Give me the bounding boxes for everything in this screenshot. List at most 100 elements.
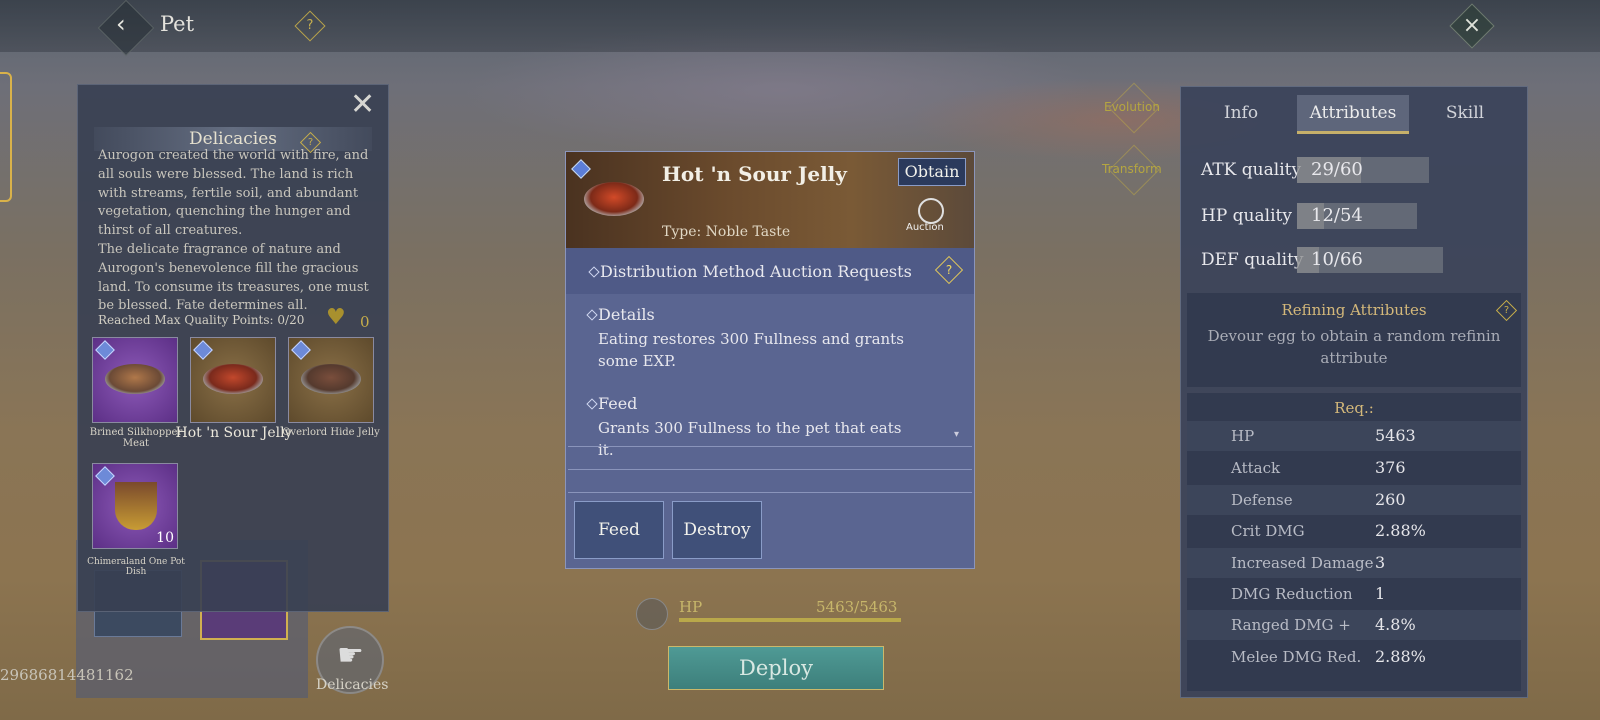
tab-attributes[interactable]: Attributes [1297, 95, 1409, 134]
hp-bar-fill [679, 618, 901, 622]
auction-icon[interactable] [918, 198, 944, 224]
requirement-value: 5463 [1375, 426, 1416, 445]
divider [568, 469, 972, 470]
hp-bar [679, 618, 901, 622]
item-name: Overlord Hide Jelly [282, 427, 380, 438]
bullet-icon [586, 398, 598, 410]
bullet-icon [588, 266, 600, 278]
question-icon: ? [1503, 305, 1510, 316]
item-name: Chimeraland One Pot Dish [87, 557, 185, 577]
details-body: Eating restores 300 Fullness and grants … [598, 330, 904, 370]
delicacies-panel: ✕ Delicacies ? Aurogon created the world… [77, 84, 389, 612]
divider [568, 492, 972, 493]
divider [568, 446, 972, 447]
heart-count: 0 [360, 313, 370, 331]
delicacies-tab-label: Delicacies [316, 677, 389, 693]
refining-description: Devour egg to obtain a random refinin at… [1207, 327, 1501, 367]
requirement-row: DMG Reduction 1 [1187, 579, 1521, 609]
obtain-button[interactable]: Obtain [898, 158, 966, 186]
transform-label: Transform [1102, 162, 1162, 176]
rarity-gem-icon [571, 159, 591, 179]
help-button[interactable]: ? [934, 255, 964, 285]
rarity-gem-icon [193, 340, 213, 360]
tab-info[interactable]: Info [1185, 95, 1297, 131]
delicacies-title: Delicacies [189, 129, 277, 149]
quality-value: 10/66 [1311, 249, 1363, 270]
delicacies-description: Aurogon created the world with fire, and… [98, 147, 376, 316]
rarity-gem-icon [95, 466, 115, 486]
requirement-name: Increased Damage [1231, 554, 1374, 572]
back-arrow-icon[interactable]: ‹ [116, 10, 126, 38]
requirements-title: Req.: [1334, 399, 1374, 417]
left-edge-tab[interactable] [0, 72, 12, 202]
hp-value: 5463/5463 [816, 598, 898, 616]
requirements-box: Req.: HP 5463 Attack 376 Defense 260 Crit D… [1187, 393, 1521, 691]
quality-value: 29/60 [1311, 159, 1363, 180]
bullet-icon [586, 309, 598, 321]
requirement-row: Ranged DMG + 4.8% [1187, 610, 1521, 640]
requirement-value: 2.88% [1375, 521, 1426, 540]
requirement-row: Crit DMG 2.88% [1187, 516, 1521, 546]
scroll-down-icon[interactable]: ▾ [954, 429, 959, 440]
requirement-name: Melee DMG Red. [1231, 648, 1362, 666]
distribution-value: Auction Requests [770, 262, 912, 281]
requirement-row: Attack 376 [1187, 453, 1521, 483]
close-icon[interactable]: ✕ [350, 87, 375, 122]
description-paragraph: Aurogon created the world with fire, and… [98, 148, 369, 239]
details-title: Details [598, 305, 655, 324]
item-name: Hot 'n Sour Jelly [175, 425, 293, 441]
requirement-value: 260 [1375, 490, 1406, 509]
item-type: Type: Noble Taste [662, 224, 791, 240]
heart-icon: ♥ [326, 305, 346, 330]
requirement-value: 2.88% [1375, 647, 1426, 666]
requirement-name: Attack [1231, 459, 1281, 477]
item-slot-overlord-hide-jelly[interactable] [288, 337, 374, 423]
tab-skill[interactable]: Skill [1409, 95, 1521, 131]
feed-button[interactable]: Feed [574, 501, 664, 559]
hp-label: HP [679, 598, 703, 616]
auction-label[interactable]: Auction [906, 222, 944, 233]
requirement-value: 376 [1375, 458, 1406, 477]
attributes-panel: Info Attributes Skill ATK quality 29/60 … [1180, 86, 1528, 698]
dish-icon [105, 364, 165, 394]
requirement-row: Defense 260 [1187, 485, 1521, 515]
feed-title: Feed [598, 394, 638, 413]
destroy-button[interactable]: Destroy [672, 501, 762, 559]
top-bar [0, 0, 1600, 52]
quality-label: HP quality [1201, 206, 1292, 226]
item-name: Brined Silkhopper Meat [89, 427, 183, 449]
rarity-gem-icon [291, 340, 311, 360]
requirement-row: HP 5463 [1187, 421, 1521, 451]
feed-body: Grants 300 Fullness to the pet that eats… [598, 419, 902, 459]
question-icon: ? [945, 263, 953, 277]
requirement-name: Defense [1231, 491, 1293, 509]
requirement-name: HP [1231, 427, 1255, 445]
close-icon: × [1462, 13, 1482, 38]
item-slot-hot-n-sour-jelly[interactable] [190, 337, 276, 423]
requirement-value: 4.8% [1375, 615, 1416, 634]
item-count: 10 [156, 530, 174, 546]
question-icon: ? [306, 18, 314, 33]
item-detail-popup: Hot 'n Sour Jelly Obtain Auction Type: N… [565, 151, 975, 569]
quality-label: DEF quality [1201, 250, 1304, 270]
requirement-value: 3 [1375, 553, 1386, 572]
dish-icon [203, 364, 263, 394]
item-slot-brined-silkhopper-meat[interactable] [92, 337, 178, 423]
distribution-label: Distribution Method [600, 262, 765, 281]
pot-icon [115, 482, 157, 530]
item-slot-chimeraland-one-pot-dish[interactable]: 10 [92, 463, 178, 549]
requirement-row: Increased Damage 3 [1187, 548, 1521, 578]
quality-label: ATK quality [1201, 160, 1302, 180]
pet-id-number: 29686814481162 [0, 666, 134, 684]
requirement-name: Crit DMG [1231, 522, 1305, 540]
evolution-label: Evolution [1104, 100, 1160, 114]
requirement-row: Melee DMG Red. 2.88% [1187, 642, 1521, 672]
requirement-name: Ranged DMG + [1231, 616, 1351, 634]
refining-attributes-box: Refining Attributes ? Devour egg to obta… [1187, 293, 1521, 387]
deploy-button[interactable]: Deploy [668, 646, 884, 690]
item-name: Hot 'n Sour Jelly [662, 162, 847, 186]
rarity-gem-icon [95, 340, 115, 360]
distribution-row: Distribution Method Auction Requests ? [566, 248, 974, 294]
item-detail-header: Hot 'n Sour Jelly Obtain Auction Type: N… [566, 152, 974, 248]
requirement-name: DMG Reduction [1231, 585, 1353, 603]
